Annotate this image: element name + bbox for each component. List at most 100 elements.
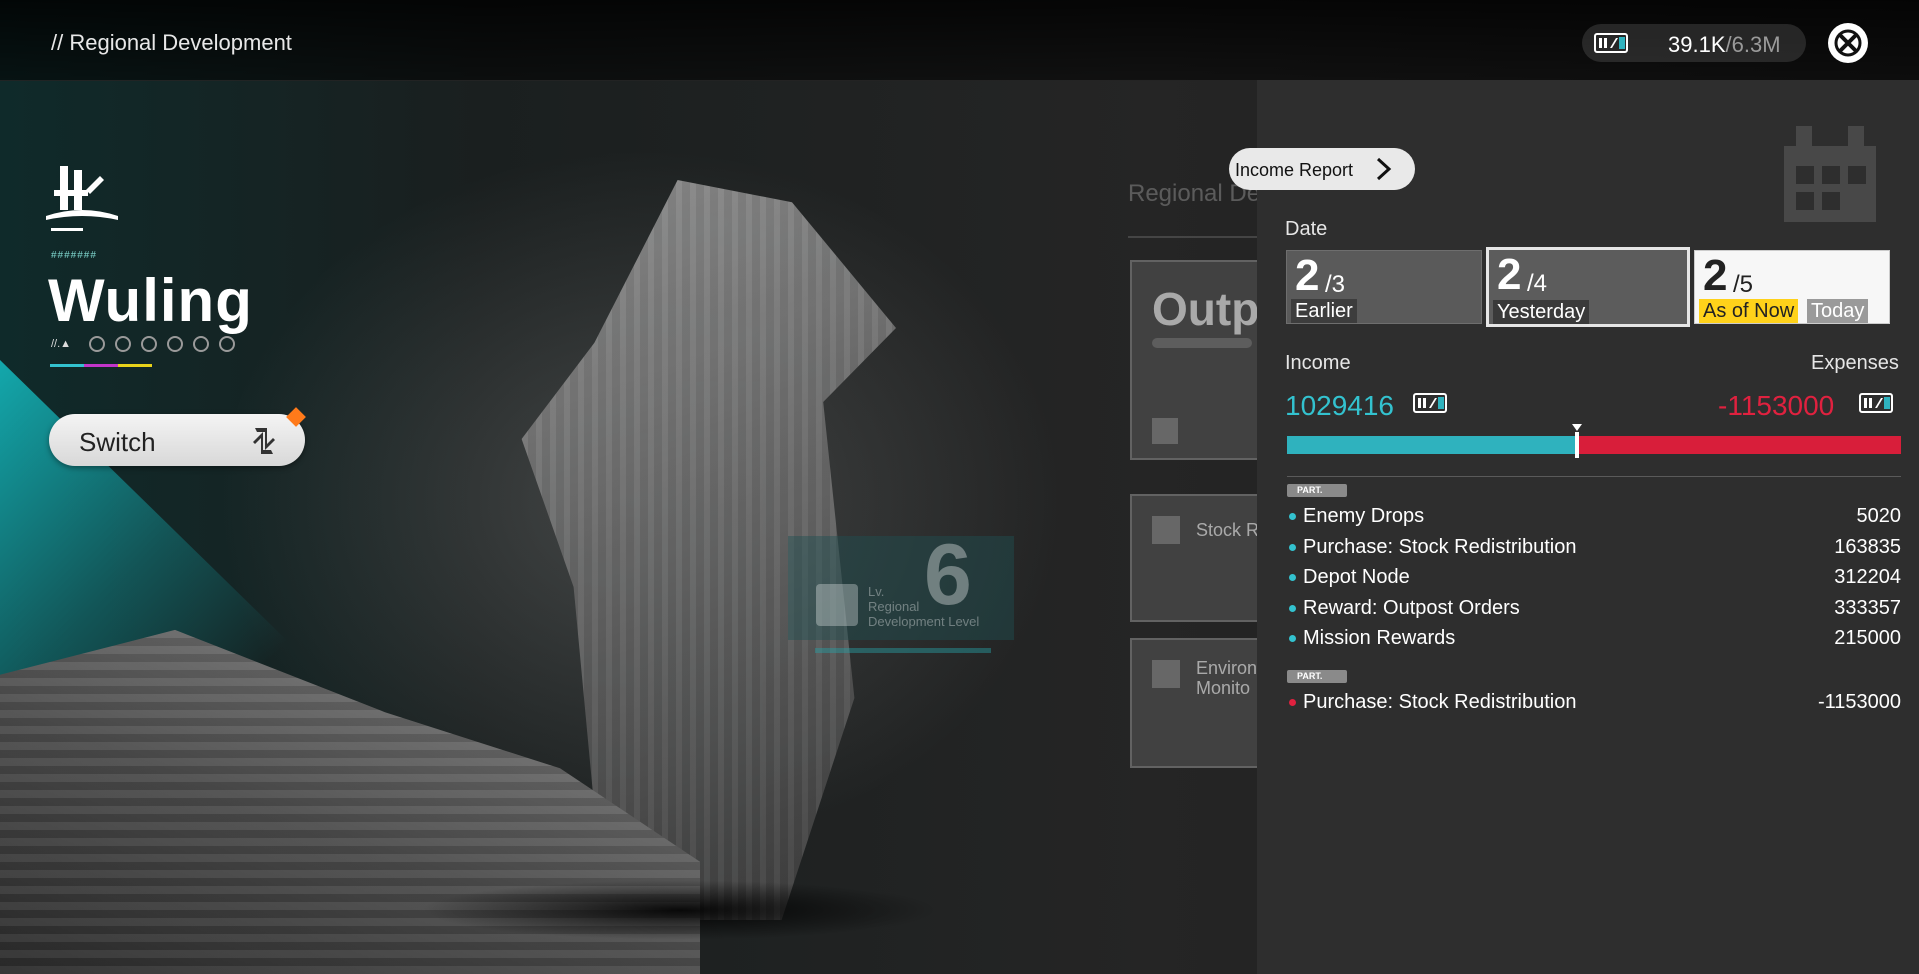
development-level-lv: Lv.	[868, 584, 885, 599]
item-amount: 333357	[1834, 596, 1901, 619]
bullet-icon	[1289, 543, 1296, 551]
income-item-row: Reward: Outpost Orders 333357	[1287, 594, 1901, 624]
date-sublabel-today: Today	[1807, 299, 1869, 323]
item-amount: 5020	[1856, 505, 1902, 527]
development-level-line1: Regional	[868, 599, 920, 614]
region-name: Wuling	[48, 267, 253, 334]
bg-section-divider	[1128, 236, 1258, 238]
close-icon	[1834, 29, 1862, 57]
bg-card-outpost-pill	[1152, 338, 1252, 348]
switch-button-label: Switch	[79, 427, 156, 457]
region-code: #######	[51, 250, 97, 261]
date-sublabel: Earlier	[1291, 299, 1357, 323]
date-month: /4	[1527, 270, 1548, 297]
panel-divider	[1287, 476, 1901, 477]
currency-value: 39.1K/6.3M	[1668, 32, 1781, 58]
stock-bill-icon	[1594, 33, 1628, 58]
region-tag: //.▲	[51, 338, 72, 350]
item-name: Reward: Outpost Orders	[1303, 596, 1520, 619]
bullet-icon	[1289, 604, 1296, 612]
item-amount: -1153000	[1817, 691, 1901, 713]
bg-card-stock-icon	[1152, 516, 1180, 544]
search-icon	[816, 584, 858, 626]
bullet-icon	[1289, 574, 1296, 581]
bg-card-environment-line1: Environ	[1196, 658, 1258, 678]
progress-dot	[141, 336, 157, 352]
bg-card-outpost: Outp	[1130, 260, 1270, 460]
development-level-label: Lv. Regional Development Level	[868, 584, 979, 629]
expenses-label: Expenses	[1811, 352, 1899, 374]
date-label: Date	[1285, 218, 1328, 240]
stock-bill-icon	[1413, 393, 1447, 418]
bg-card-environment-icon	[1152, 660, 1180, 688]
region-emblem-icon	[46, 164, 118, 231]
date-month: /5	[1733, 271, 1754, 298]
progress-dot	[167, 336, 183, 352]
currency-current: 39.1K	[1668, 32, 1726, 57]
item-amount: 163835	[1834, 535, 1901, 558]
bg-card-outpost-icon	[1152, 418, 1178, 444]
item-name: Depot Node	[1303, 566, 1410, 588]
item-amount: 215000	[1834, 627, 1901, 649]
switch-icon	[247, 424, 281, 463]
date-month: /3	[1325, 271, 1346, 298]
bg-card-environment-title: Environ Monito	[1196, 658, 1257, 698]
switch-region-button[interactable]: Switch	[49, 407, 306, 466]
part-tag-expenses: PART.	[1287, 670, 1347, 683]
color-bar-magenta	[84, 364, 118, 367]
date-sublabel: Yesterday	[1493, 300, 1590, 324]
item-name: Enemy Drops	[1303, 505, 1425, 527]
currency-display[interactable]: 39.1K/6.3M	[1582, 24, 1806, 62]
progress-dot	[193, 336, 209, 352]
ratio-bar-expenses	[1577, 436, 1901, 454]
income-item-row: Purchase: Stock Redistribution 163835	[1287, 533, 1901, 563]
item-name: Purchase: Stock Redistribution	[1303, 691, 1577, 713]
part-tag-income: PART.	[1287, 484, 1347, 497]
expense-item-row: Purchase: Stock Redistribution -1153000	[1287, 688, 1901, 718]
income-label: Income	[1285, 352, 1351, 374]
bg-card-environment: Environ Monito	[1130, 638, 1270, 768]
ratio-bar-pointer-icon	[1572, 424, 1582, 431]
date-day: 2	[1497, 250, 1522, 299]
page-title: // Regional Development	[51, 30, 292, 55]
calendar-icon	[1780, 126, 1880, 231]
income-item-row: Depot Node 312204	[1287, 563, 1901, 593]
bg-card-stock: Stock R	[1130, 494, 1270, 622]
color-bar-yellow	[118, 364, 152, 367]
bullet-icon	[1289, 699, 1296, 706]
date-day: 2	[1295, 251, 1320, 300]
currency-cap: /6.3M	[1725, 32, 1781, 57]
development-level-bar	[815, 648, 991, 653]
income-item-row: Mission Rewards 215000	[1287, 624, 1901, 654]
bg-card-stock-title: Stock R	[1196, 520, 1260, 540]
ratio-bar-income	[1287, 436, 1577, 454]
income-value: 1029416	[1285, 390, 1395, 421]
date-day: 2	[1703, 251, 1728, 300]
item-name: Mission Rewards	[1303, 627, 1456, 649]
expenses-value: -1153000	[1718, 390, 1835, 421]
ground-shadow	[420, 880, 940, 940]
date-tab-yesterday[interactable]: 2 /4 Yesterday	[1486, 247, 1690, 327]
progress-dot	[89, 336, 105, 352]
progress-dot	[115, 336, 131, 352]
progress-dot	[219, 336, 235, 352]
item-amount: 312204	[1834, 566, 1901, 588]
chevron-right-icon	[1371, 157, 1395, 186]
item-name: Purchase: Stock Redistribution	[1303, 535, 1577, 558]
development-level-line2: Development Level	[868, 614, 980, 629]
color-bar-cyan	[50, 364, 84, 367]
date-tab-earlier[interactable]: 2 /3 Earlier	[1286, 250, 1482, 324]
income-report-label: Income Report	[1235, 160, 1354, 180]
bullet-icon	[1289, 635, 1296, 642]
close-button[interactable]	[1828, 23, 1868, 63]
ratio-bar-marker	[1575, 432, 1579, 458]
bullet-icon	[1289, 513, 1296, 520]
income-report-button[interactable]: Income Report	[1229, 148, 1415, 190]
income-item-row: Enemy Drops 5020	[1287, 502, 1901, 532]
bg-card-outpost-title: Outp	[1152, 283, 1260, 335]
emblem-dash	[51, 228, 83, 231]
date-tab-today[interactable]: 2 /5 As of Now Today	[1694, 250, 1890, 324]
bg-card-environment-line2: Monito	[1196, 678, 1251, 698]
stock-bill-icon	[1859, 393, 1893, 418]
income-expense-ratio-bar	[1287, 424, 1901, 458]
